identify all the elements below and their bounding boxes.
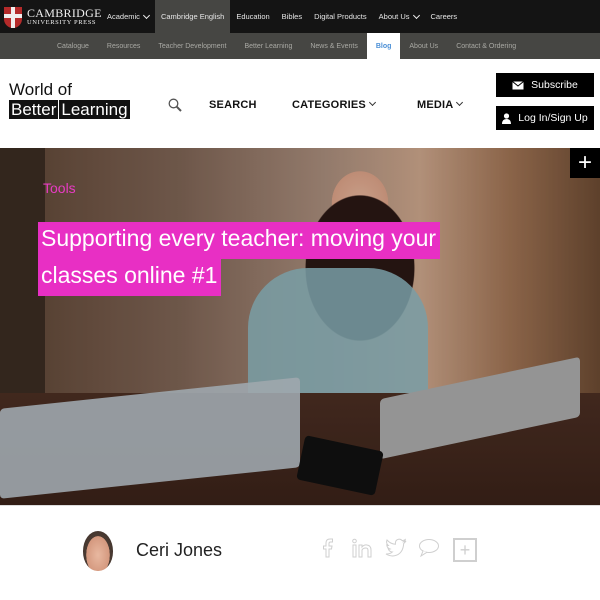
login-signup-button[interactable]: Log In/Sign Up <box>496 106 594 130</box>
subnav-item-contact-ordering[interactable]: Contact & Ordering <box>447 33 525 59</box>
comment-button[interactable] <box>418 538 440 558</box>
share-more-button[interactable]: + <box>453 538 477 562</box>
top-nav-menu: Academic Cambridge English Education Bib… <box>101 0 463 33</box>
cambridge-university-press-logo[interactable]: CAMBRIDGE UNIVERSITY PRESS <box>4 5 102 29</box>
secondary-navigation-bar: Catalogue Resources Teacher Development … <box>0 33 600 59</box>
topnav-item-academic[interactable]: Academic <box>101 0 155 33</box>
twitter-icon <box>385 538 407 557</box>
category-tag[interactable]: Tools <box>43 180 76 196</box>
top-navigation-bar: CAMBRIDGE UNIVERSITY PRESS Academic Camb… <box>0 0 600 33</box>
topnav-item-about-us[interactable]: About Us <box>373 0 425 33</box>
article-title-line1: Supporting every teacher: moving your <box>38 222 441 259</box>
subnav-item-resources[interactable]: Resources <box>98 33 149 59</box>
plus-icon: + <box>459 539 471 560</box>
chevron-down-icon <box>368 98 376 107</box>
article-title-line2: classes online #1 <box>38 259 222 296</box>
chevron-down-icon <box>142 11 150 19</box>
facebook-share-button[interactable] <box>322 538 334 558</box>
world-of-better-learning-logo[interactable]: World of Better Learning <box>9 80 130 119</box>
author-avatar[interactable] <box>83 531 113 571</box>
subscribe-button[interactable]: Subscribe <box>496 73 594 97</box>
blog-header: World of Better Learning SEARCH CATEGORI… <box>0 59 600 148</box>
subnav-item-catalogue[interactable]: Catalogue <box>48 33 98 59</box>
author-name[interactable]: Ceri Jones <box>136 540 222 561</box>
categories-menu[interactable]: CATEGORIES <box>292 98 376 111</box>
cambridge-shield-icon <box>4 6 22 28</box>
plus-icon: + <box>577 149 592 176</box>
hero-banner[interactable]: Tools Supporting every teacher: moving y… <box>0 148 600 505</box>
linkedin-icon <box>352 538 372 558</box>
subnav-item-teacher-development[interactable]: Teacher Development <box>149 33 235 59</box>
subnav-item-news-events[interactable]: News & Events <box>301 33 366 59</box>
envelope-icon <box>512 80 524 89</box>
expand-plus-button[interactable]: + <box>570 148 600 178</box>
topnav-item-careers[interactable]: Careers <box>425 0 464 33</box>
topnav-item-bibles[interactable]: Bibles <box>276 0 308 33</box>
search-link[interactable]: SEARCH <box>209 99 257 111</box>
subnav-item-better-learning[interactable]: Better Learning <box>235 33 301 59</box>
comment-icon <box>419 539 439 558</box>
brand-line2: UNIVERSITY PRESS <box>27 19 97 27</box>
sub-nav-menu: Catalogue Resources Teacher Development … <box>48 33 525 59</box>
linkedin-share-button[interactable] <box>352 538 374 558</box>
author-share-row: Ceri Jones <box>0 505 600 600</box>
brand-line1: CAMBRIDGE <box>27 6 102 21</box>
subnav-item-blog[interactable]: Blog <box>366 33 401 59</box>
subnav-item-about-us[interactable]: About Us <box>400 33 447 59</box>
topnav-item-cambridge-english[interactable]: Cambridge English <box>154 0 231 33</box>
topnav-item-digital-products[interactable]: Digital Products <box>308 0 373 33</box>
chevron-down-icon <box>456 98 464 107</box>
facebook-icon <box>323 538 333 558</box>
twitter-share-button[interactable] <box>385 538 407 558</box>
article-title: Supporting every teacher: moving your cl… <box>38 222 488 296</box>
user-icon <box>502 112 512 124</box>
chevron-down-icon <box>412 11 420 19</box>
media-menu[interactable]: MEDIA <box>417 98 464 111</box>
topnav-item-education[interactable]: Education <box>230 0 275 33</box>
search-icon[interactable] <box>168 98 182 112</box>
